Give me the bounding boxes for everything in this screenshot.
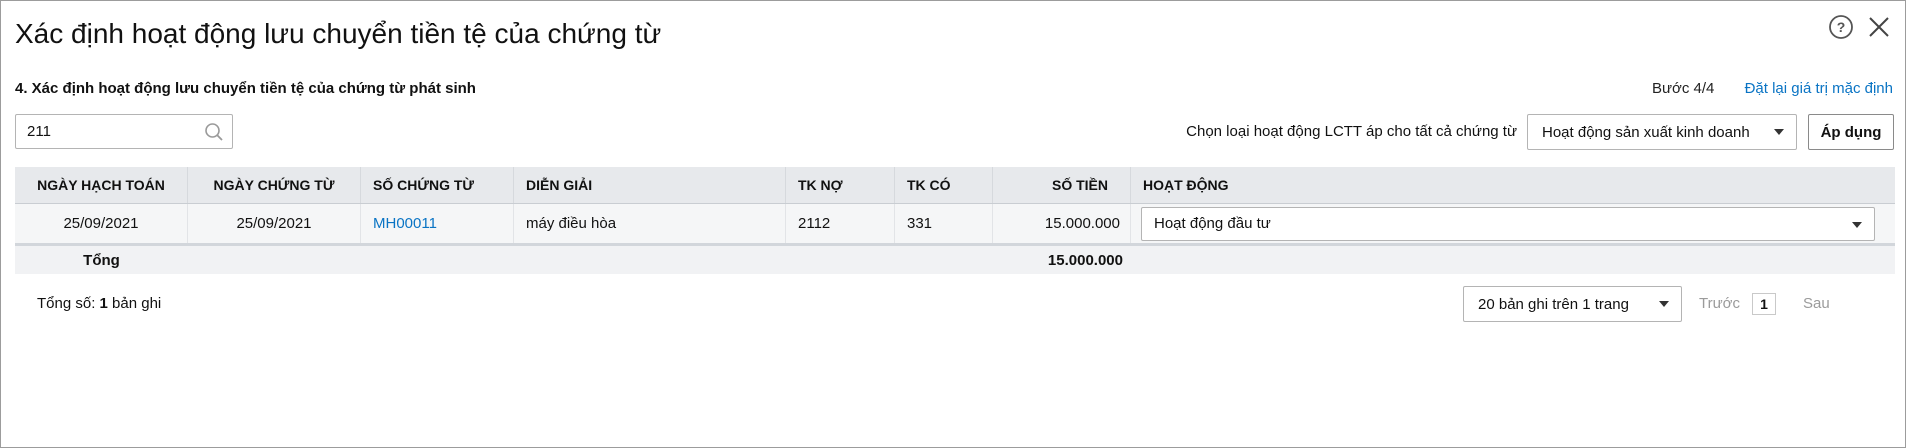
total-label: Tổng bbox=[83, 251, 120, 269]
table-header: NGÀY HẠCH TOÁN NGÀY CHỨNG TỪ SỐ CHỨNG TỪ… bbox=[15, 167, 1895, 204]
apply-button[interactable]: Áp dụng bbox=[1808, 114, 1894, 150]
apply-all-label: Chọn loại hoạt động LCTT áp cho tất cả c… bbox=[1186, 123, 1517, 140]
cell-posting-date: 25/09/2021 bbox=[15, 204, 188, 243]
search-icon[interactable] bbox=[204, 122, 224, 142]
column-header-description[interactable]: DIỄN GIẢI bbox=[514, 167, 786, 203]
column-header-credit-account[interactable]: TK CÓ bbox=[895, 167, 993, 203]
caret-down-icon bbox=[1659, 301, 1669, 307]
prev-page-button[interactable]: Trước bbox=[1699, 295, 1740, 312]
table-total-row: Tổng 15.000.000 bbox=[15, 246, 1895, 274]
cell-activity: Hoạt động đầu tư bbox=[1131, 204, 1895, 243]
next-page-button[interactable]: Sau bbox=[1803, 295, 1830, 312]
caret-down-icon bbox=[1852, 221, 1862, 228]
activity-selected-value: Hoạt động đầu tư bbox=[1154, 215, 1271, 232]
dialog: Xác định hoạt động lưu chuyển tiền tệ củ… bbox=[0, 0, 1906, 448]
cell-description: máy điều hòa bbox=[514, 204, 786, 243]
voucher-table: NGÀY HẠCH TOÁN NGÀY CHỨNG TỪ SỐ CHỨNG TỪ… bbox=[15, 167, 1895, 274]
search-box[interactable] bbox=[15, 114, 233, 149]
dialog-controls: ? bbox=[1827, 13, 1893, 41]
column-header-document-number[interactable]: SỐ CHỨNG TỪ bbox=[361, 167, 514, 203]
step-subtitle: 4. Xác định hoạt động lưu chuyển tiền tệ… bbox=[15, 80, 476, 97]
help-icon[interactable]: ? bbox=[1827, 13, 1855, 41]
record-count: Tổng số: 1 bản ghi bbox=[37, 295, 161, 312]
column-header-amount[interactable]: SỐ TIỀN bbox=[993, 167, 1131, 203]
record-count-value: 1 bbox=[99, 295, 108, 312]
column-header-posting-date[interactable]: NGÀY HẠCH TOÁN bbox=[15, 167, 188, 203]
page-size-select[interactable]: 20 bản ghi trên 1 trang bbox=[1463, 286, 1682, 322]
cell-amount: 15.000.000 bbox=[993, 204, 1131, 243]
activity-select[interactable]: Hoạt động đầu tư bbox=[1141, 206, 1875, 241]
apply-all-activity-select[interactable]: Hoạt động sản xuất kinh doanh bbox=[1527, 114, 1797, 150]
dialog-title: Xác định hoạt động lưu chuyển tiền tệ củ… bbox=[15, 18, 662, 49]
reset-defaults-link[interactable]: Đặt lại giá trị mặc định bbox=[1745, 80, 1893, 97]
cell-document-number: MH00011 bbox=[361, 204, 514, 243]
apply-all-selected-value: Hoạt động sản xuất kinh doanh bbox=[1542, 123, 1750, 141]
close-icon[interactable] bbox=[1865, 13, 1893, 41]
table-row[interactable]: 25/09/2021 25/09/2021 MH00011 máy điều h… bbox=[15, 204, 1895, 246]
cell-document-date: 25/09/2021 bbox=[188, 204, 361, 243]
cell-debit-account: 2112 bbox=[786, 204, 895, 243]
step-indicator: Bước 4/4 bbox=[1652, 80, 1715, 97]
record-count-suffix: bản ghi bbox=[107, 295, 162, 312]
column-header-debit-account[interactable]: TK NỢ bbox=[786, 167, 895, 203]
total-amount: 15.000.000 bbox=[1047, 251, 1123, 269]
search-input[interactable] bbox=[16, 115, 196, 148]
page-number-button[interactable]: 1 bbox=[1752, 293, 1776, 315]
column-header-document-date[interactable]: NGÀY CHỨNG TỪ bbox=[188, 167, 361, 203]
svg-text:?: ? bbox=[1837, 19, 1846, 35]
caret-down-icon bbox=[1774, 129, 1784, 135]
page-size-value: 20 bản ghi trên 1 trang bbox=[1478, 295, 1629, 313]
record-count-prefix: Tổng số: bbox=[37, 295, 100, 312]
document-number-link[interactable]: MH00011 bbox=[373, 215, 437, 232]
column-header-activity[interactable]: HOẠT ĐỘNG bbox=[1131, 167, 1895, 203]
cell-credit-account: 331 bbox=[895, 204, 993, 243]
